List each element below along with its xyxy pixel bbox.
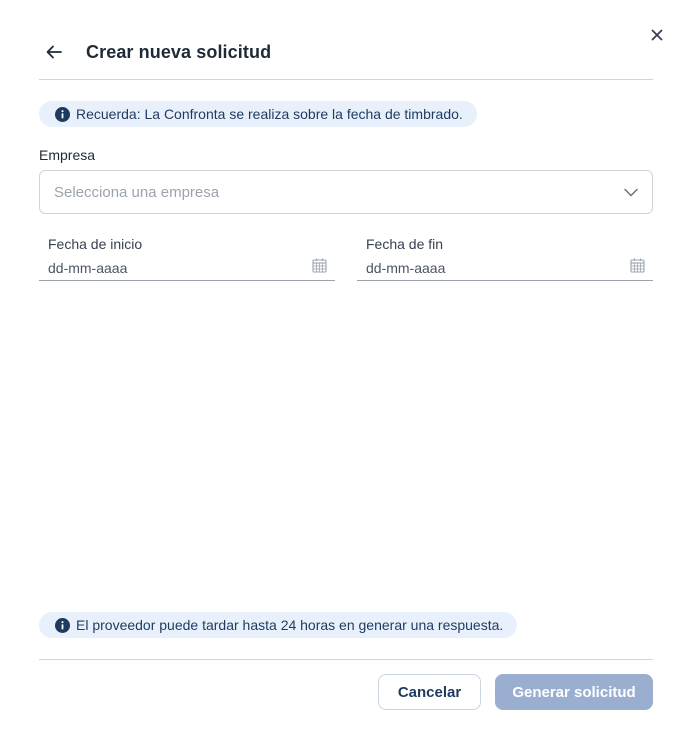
dialog-header: Crear nueva solicitud bbox=[40, 32, 653, 72]
footer-divider bbox=[39, 659, 653, 660]
end-date-field[interactable]: Fecha de fin dd-mm-aaaa bbox=[357, 234, 653, 281]
notice-bottom: El proveedor puede tardar hasta 24 horas… bbox=[39, 612, 518, 638]
start-date-label: Fecha de inicio bbox=[48, 236, 143, 252]
cancel-button[interactable]: Cancelar bbox=[378, 674, 481, 710]
company-select-placeholder: Selecciona una empresa bbox=[54, 183, 220, 201]
back-button[interactable] bbox=[40, 38, 68, 66]
end-date-input[interactable]: dd-mm-aaaa bbox=[366, 260, 445, 276]
company-select[interactable]: Selecciona una empresa bbox=[39, 170, 653, 214]
dialog-title: Crear nueva solicitud bbox=[86, 41, 272, 62]
header-divider bbox=[39, 79, 653, 80]
generate-request-button[interactable]: Generar solicitud bbox=[495, 674, 653, 710]
notice-top-text: Recuerda: La Confronta se realiza sobre … bbox=[76, 106, 463, 122]
company-label: Empresa bbox=[39, 147, 96, 163]
calendar-icon[interactable] bbox=[312, 258, 327, 273]
end-date-label: Fecha de fin bbox=[366, 236, 444, 252]
start-date-input[interactable]: dd-mm-aaaa bbox=[48, 260, 127, 276]
start-date-field[interactable]: Fecha de inicio dd-mm-aaaa bbox=[39, 234, 335, 281]
calendar-icon[interactable] bbox=[630, 258, 645, 273]
arrow-left-icon bbox=[46, 45, 62, 59]
notice-top: Recuerda: La Confronta se realiza sobre … bbox=[39, 101, 477, 127]
info-icon bbox=[55, 106, 70, 122]
chevron-down-icon bbox=[624, 188, 638, 196]
info-icon bbox=[55, 617, 70, 633]
notice-bottom-text: El proveedor puede tardar hasta 24 horas… bbox=[76, 617, 504, 633]
